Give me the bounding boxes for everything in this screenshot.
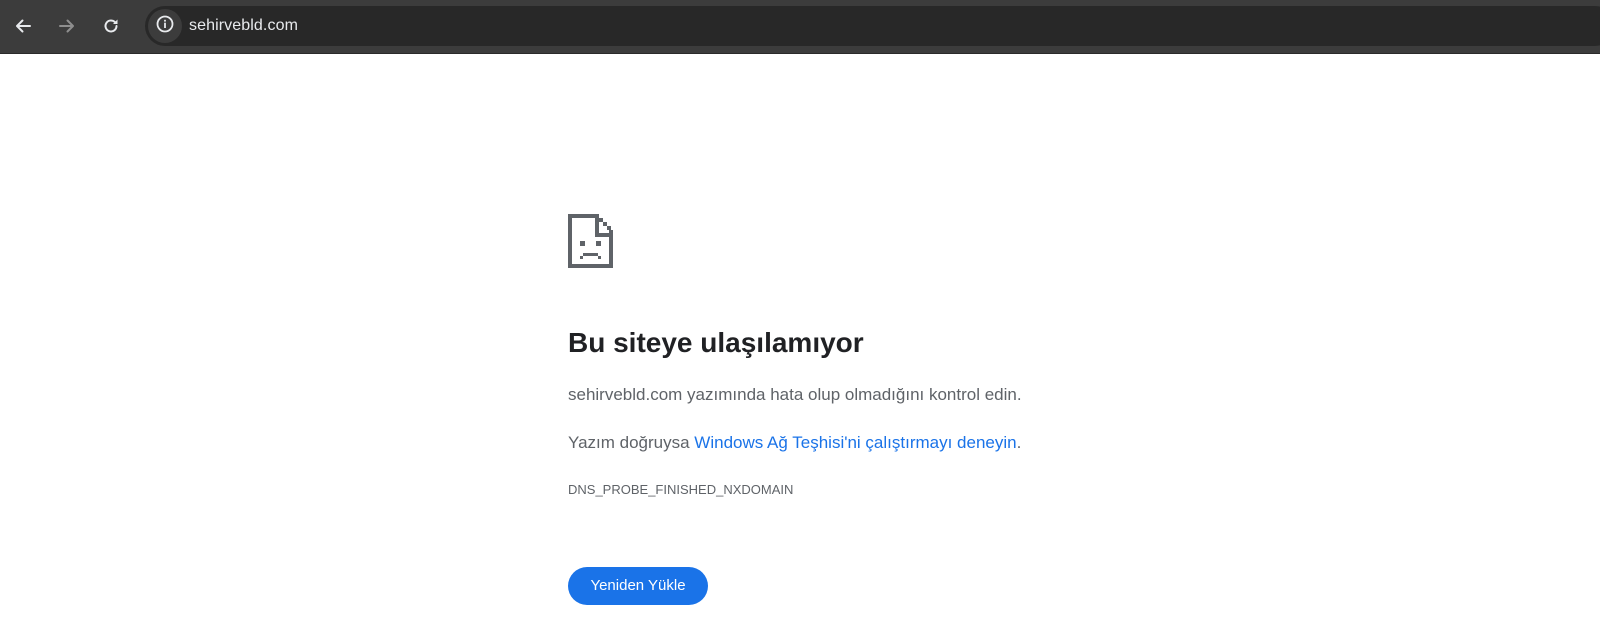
reload-button[interactable]: Yeniden Yükle [568,567,708,605]
site-info-button[interactable] [148,9,182,43]
info-circle-icon [155,14,175,39]
diagnostic-prefix: Yazım doğruysa [568,433,695,452]
forward-button[interactable] [50,9,84,43]
back-button[interactable] [6,9,40,43]
error-title: Bu siteye ulaşılamıyor [568,327,864,358]
error-code: DNS_PROBE_FINISHED_NXDOMAIN [568,482,794,497]
url-text[interactable]: sehirvebld.com [189,17,298,35]
browser-toolbar: sehirvebld.com [0,0,1600,54]
diagnostic-suffix: . [1016,433,1022,452]
reload-icon [101,16,121,36]
network-diagnostics-link[interactable]: Windows Ağ Teşhisi'ni çalıştırmayı deney… [694,433,1016,452]
arrow-left-icon [13,16,33,36]
diagnostic-message: Yazım doğruysa Windows Ağ Teşhisi'ni çal… [568,433,1021,453]
check-spelling-message: sehirvebld.com yazımında hata olup olmad… [568,385,1022,404]
reload-page-button[interactable] [94,9,128,43]
sad-document-icon [568,214,613,268]
address-bar[interactable]: sehirvebld.com [145,6,1600,46]
arrow-right-icon [57,16,77,36]
